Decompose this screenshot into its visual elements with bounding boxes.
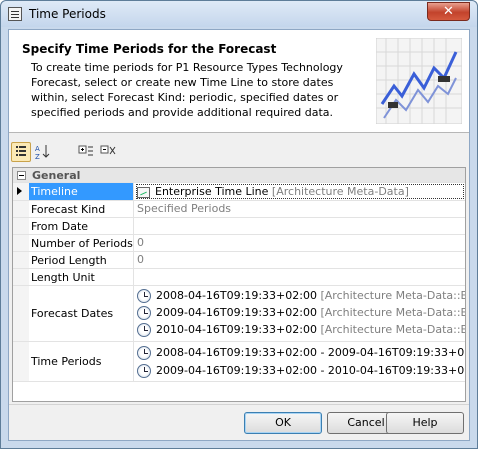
dialog-client-area: Specify Time Periods for the Forecast To… [8, 29, 470, 441]
property-row-length-unit[interactable]: Length Unit [13, 269, 465, 286]
property-row-from-date[interactable]: From Date [13, 218, 465, 235]
svg-text:A: A [35, 145, 40, 153]
property-name: Number of Periods [31, 237, 133, 250]
wizard-header: Specify Time Periods for the Forecast To… [9, 30, 469, 133]
property-row-forecast-dates[interactable]: Forecast Dates 2008-04-16T09:19:33+02:00… [13, 286, 465, 342]
collapse-all-icon [100, 145, 116, 155]
period-length-value: 0 [137, 253, 144, 266]
close-button[interactable]: ✕ [427, 2, 470, 21]
property-name: Forecast Kind [31, 203, 106, 216]
property-name: Forecast Dates [31, 307, 114, 320]
time-instant-icon [137, 306, 151, 320]
categorized-view-button[interactable] [11, 142, 31, 162]
footer-divider [9, 404, 469, 405]
collapse-all-button[interactable] [99, 142, 119, 162]
time-instant-icon [137, 323, 151, 337]
property-name: Period Length [31, 254, 107, 267]
time-periods-value-cell[interactable]: 2008-04-16T09:19:33+02:00 - 2009-04-16T0… [135, 342, 465, 381]
property-row-number-of-periods[interactable]: Number of Periods 0 [13, 235, 465, 252]
header-title: Specify Time Periods for the Forecast [22, 42, 277, 56]
svg-text:Z: Z [35, 153, 40, 160]
collapse-category-icon[interactable] [17, 171, 26, 180]
time-instant-icon [137, 289, 151, 303]
header-description: To create time periods for P1 Resource T… [31, 61, 343, 119]
forecast-date-item[interactable]: 2009-04-16T09:19:33+02:00 [Architecture … [137, 305, 465, 321]
length-unit-value-cell[interactable] [135, 269, 465, 285]
period-length-value-cell[interactable]: 0 [135, 252, 465, 268]
forecast-dates-value-cell[interactable]: 2008-04-16T09:19:33+02:00 [Architecture … [135, 286, 465, 341]
category-label: General [32, 169, 81, 182]
forecast-kind-value: Specified Periods [137, 202, 232, 215]
ok-button[interactable]: OK [244, 412, 322, 434]
property-name: From Date [31, 220, 89, 233]
property-name: Length Unit [31, 271, 95, 284]
forecast-kind-value-cell[interactable]: Specified Periods [135, 201, 465, 217]
grid-toolbar: A Z [11, 140, 131, 164]
property-row-forecast-kind[interactable]: Forecast Kind Specified Periods [13, 201, 465, 218]
property-row-period-length[interactable]: Period Length 0 [13, 252, 465, 269]
sort-alphabetically-button[interactable]: A Z [33, 142, 53, 162]
sort-alphabetically-icon: A Z [35, 145, 50, 161]
forecast-date-item[interactable]: 2008-04-16T09:19:33+02:00 [Architecture … [137, 288, 465, 304]
property-row-time-periods[interactable]: Time Periods 2008-04-16T09:19:33+02:00 -… [13, 342, 465, 382]
help-button[interactable]: Help [386, 412, 464, 434]
property-grid: General Timeline Enterprise Time Line [A… [12, 167, 466, 402]
title-bar[interactable]: Time Periods ✕ [1, 1, 477, 27]
time-period-item[interactable]: 2008-04-16T09:19:33+02:00 - 2009-04-16T0… [137, 345, 465, 361]
property-name: Timeline [31, 185, 78, 198]
property-row-timeline[interactable]: Timeline Enterprise Time Line [Architect… [13, 183, 465, 201]
expand-all-icon [78, 145, 93, 156]
categorized-view-icon [16, 146, 26, 156]
window-title: Time Periods [29, 7, 106, 21]
number-of-periods-value-cell[interactable]: 0 [135, 235, 465, 251]
row-pointer-icon [17, 187, 22, 195]
time-period-icon [137, 346, 151, 360]
dialog-window: Time Periods ✕ Specify Time Periods for … [0, 0, 478, 449]
expand-all-button[interactable] [77, 142, 97, 162]
time-period-icon [137, 364, 151, 378]
timeline-owner: [Architecture Meta-Data] [271, 185, 409, 198]
dialog-app-icon [8, 7, 22, 21]
time-line-diagram-icon [137, 186, 150, 198]
forecast-chart-illustration [376, 38, 462, 124]
time-period-item[interactable]: 2009-04-16T09:19:33+02:00 - 2010-04-16T0… [137, 363, 465, 379]
number-of-periods-value: 0 [137, 236, 144, 249]
property-name: Time Periods [31, 355, 102, 368]
from-date-value-cell[interactable] [135, 218, 465, 234]
forecast-date-item[interactable]: 2010-04-16T09:19:33+02:00 [Architecture … [137, 322, 465, 338]
timeline-value: Enterprise Time Line [155, 185, 269, 198]
category-general[interactable]: General [13, 168, 465, 183]
timeline-value-cell[interactable]: Enterprise Time Line [Architecture Meta-… [135, 183, 465, 200]
